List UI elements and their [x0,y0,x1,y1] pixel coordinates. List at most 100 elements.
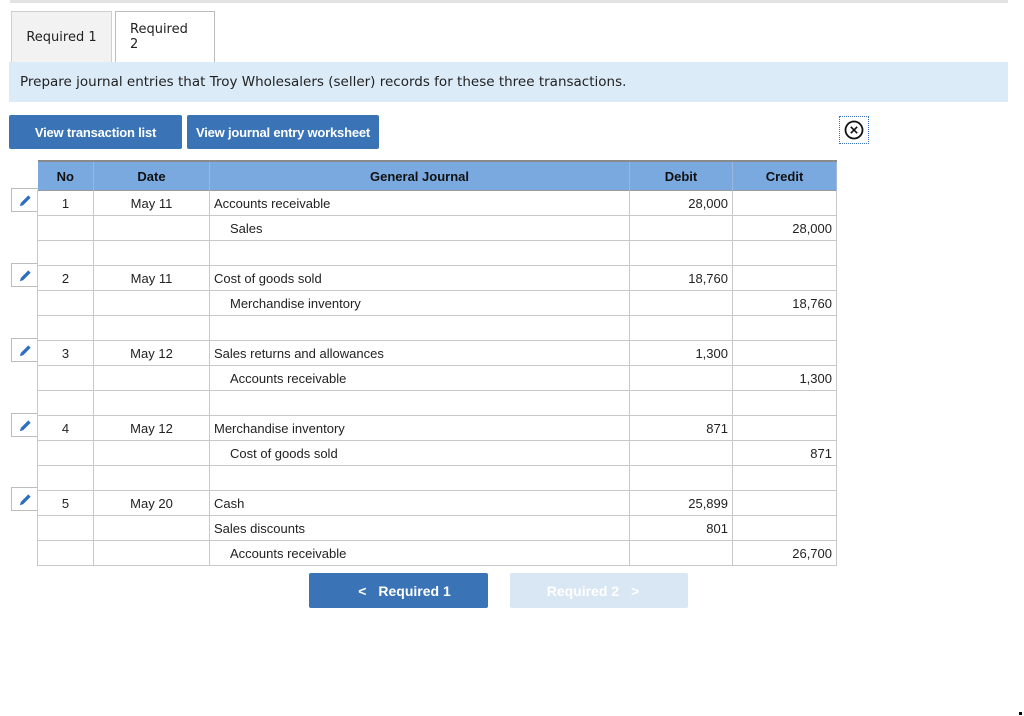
account-cell: Accounts receivable [209,540,630,566]
table-row: Accounts receivable 26,700 [37,540,837,566]
credit-cell [732,465,837,491]
table-row: 5 May 20 Cash 25,899 [37,490,837,516]
tab-required-2[interactable]: Required 2 [115,11,215,62]
credit-cell [732,315,837,341]
account-cell: Sales returns and allowances [209,340,630,366]
credit-cell: 18,760 [732,290,837,316]
date-cell: May 11 [93,265,210,291]
chevron-left-icon: < [358,582,367,599]
edit-entry-3-button[interactable] [11,338,38,362]
tab-required-1[interactable]: Required 1 [11,11,112,62]
entry-number-cell [37,390,94,416]
debit-cell [629,315,733,341]
view-transaction-list-button[interactable]: View transaction list [9,115,182,149]
date-cell: May 12 [93,415,210,441]
credit-cell [732,265,837,291]
debit-cell: 28,000 [629,190,733,216]
pencil-icon [19,419,31,431]
account-cell: Merchandise inventory [209,415,630,441]
account-cell: Cost of goods sold [209,265,630,291]
header-general-journal: General Journal [209,160,630,191]
pencil-icon [19,493,31,505]
table-row: 3 May 12 Sales returns and allowances 1,300 [37,340,837,366]
edit-entry-1-button[interactable] [11,188,38,212]
debit-cell: 25,899 [629,490,733,516]
account-cell: Accounts receivable [209,365,630,391]
table-row [37,390,837,416]
edit-entry-2-button[interactable] [11,263,38,287]
table-row: 2 May 11 Cost of goods sold 18,760 [37,265,837,291]
date-cell: May 12 [93,340,210,366]
table-row: Cost of goods sold 871 [37,440,837,466]
table-row: Accounts receivable 1,300 [37,365,837,391]
table-header-row: No Date General Journal Debit Credit [37,160,837,191]
table-row: Sales discounts 801 [37,515,837,541]
instruction-banner: Prepare journal entries that Troy Wholes… [9,62,1008,102]
credit-cell [732,390,837,416]
table-row: Merchandise inventory 18,760 [37,290,837,316]
top-border [10,0,1008,3]
debit-cell: 871 [629,415,733,441]
date-cell: May 20 [93,490,210,516]
header-no: No [37,160,94,191]
date-cell [93,515,210,541]
credit-cell [732,340,837,366]
debit-cell [629,390,733,416]
account-cell [209,465,630,491]
edit-entry-4-button[interactable] [11,413,38,437]
table-row: 1 May 11 Accounts receivable 28,000 [37,190,837,216]
next-required-button[interactable]: Required 2 > [510,573,688,608]
header-credit: Credit [732,160,837,191]
table-row: Sales 28,000 [37,215,837,241]
debit-cell [629,215,733,241]
table-row [37,465,837,491]
pencil-icon [19,269,31,281]
table-row: 4 May 12 Merchandise inventory 871 [37,415,837,441]
credit-cell [732,190,837,216]
general-journal-table: No Date General Journal Debit Credit 1 Ma… [37,160,837,566]
corner-marker [1019,712,1022,715]
debit-cell [629,440,733,466]
account-cell: Sales [209,215,630,241]
entry-number-cell: 5 [37,490,94,516]
credit-cell [732,240,837,266]
credit-cell [732,415,837,441]
entry-number-cell [37,315,94,341]
account-cell [209,240,630,266]
account-cell: Cash [209,490,630,516]
credit-cell: 1,300 [732,365,837,391]
account-cell: Cost of goods sold [209,440,630,466]
credit-cell [732,490,837,516]
pencil-icon [19,194,31,206]
next-required-label: Required 2 [546,582,620,599]
date-cell [93,365,210,391]
account-cell: Accounts receivable [209,190,630,216]
entry-number-cell [37,240,94,266]
date-cell [93,540,210,566]
date-cell [93,240,210,266]
debit-cell: 1,300 [629,340,733,366]
close-button[interactable] [839,116,869,144]
entry-number-cell: 3 [37,340,94,366]
credit-cell: 26,700 [732,540,837,566]
date-cell: May 11 [93,190,210,216]
entry-number-cell [37,515,94,541]
debit-cell [629,465,733,491]
edit-entry-5-button[interactable] [11,487,38,511]
date-cell [93,440,210,466]
entry-number-cell [37,440,94,466]
instruction-text: Prepare journal entries that Troy Wholes… [20,74,627,90]
entry-number-cell: 2 [37,265,94,291]
date-cell [93,390,210,416]
entry-number-cell [37,365,94,391]
header-debit: Debit [629,160,733,191]
credit-cell: 28,000 [732,215,837,241]
entry-number-cell: 4 [37,415,94,441]
debit-cell: 801 [629,515,733,541]
entry-number-cell [37,215,94,241]
date-cell [93,215,210,241]
date-cell [93,290,210,316]
previous-required-button[interactable]: < Required 1 [309,573,488,608]
header-date: Date [93,160,210,191]
view-journal-entry-worksheet-button[interactable]: View journal entry worksheet [187,115,379,149]
